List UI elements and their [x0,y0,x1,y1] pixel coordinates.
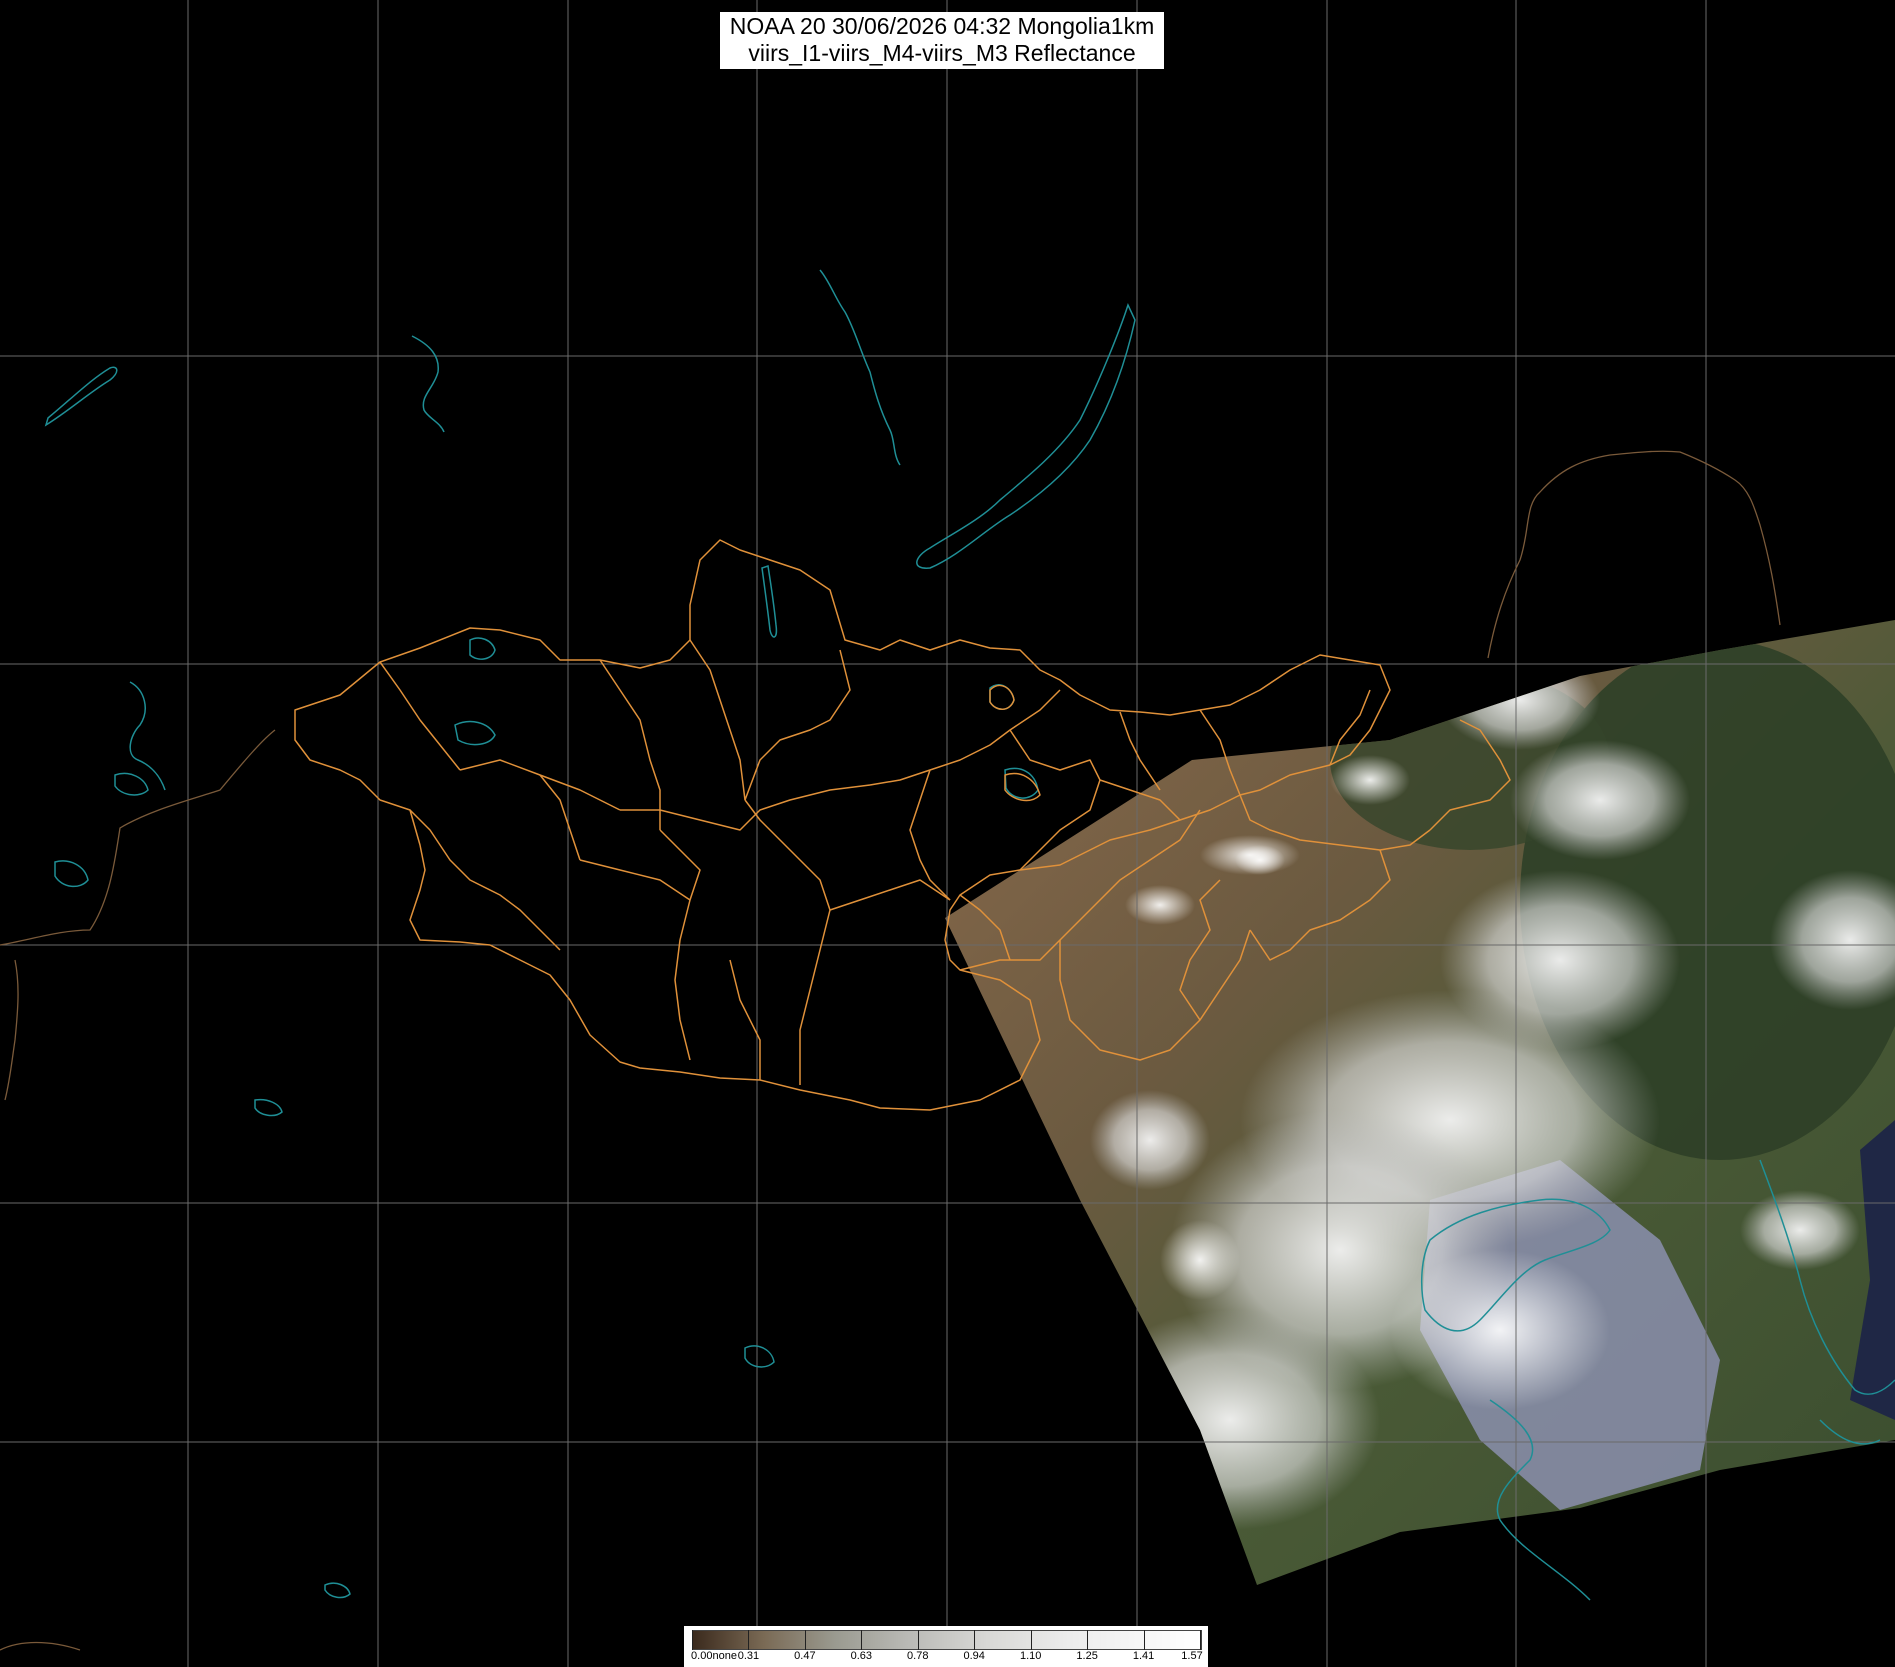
colorbar-tick-label: 0.47 [794,1650,816,1662]
border-south [0,1641,81,1651]
cloud [1080,1310,1380,1530]
title-line-1: NOAA 20 30/06/2026 04:32 Mongolia1km [729,13,1155,39]
cloud [1440,870,1680,1050]
colorbar-tick-label: 1.57 [1181,1650,1203,1662]
colorbar-tick [1030,1630,1032,1650]
lake-west [44,366,118,427]
map-title: NOAA 20 30/06/2026 04:32 Mongolia1km vii… [720,12,1164,69]
cloud [1330,755,1410,805]
colorbar-tick-label: 0.00none [691,1650,737,1662]
colorbar-tick [1143,1630,1145,1650]
colorbar-tick [917,1630,919,1650]
river-ob [129,681,166,791]
province-line [579,859,691,901]
colorbar-gradient [692,1630,1202,1650]
lake-uvs [469,637,496,660]
border-kazakh [4,959,19,1101]
cloud [1740,1190,1860,1270]
province-line [869,689,1061,786]
colorbar-tick-label: 0.31 [737,1650,760,1662]
cloud [1390,1250,1610,1410]
colorbar-tick-label: 1.41 [1132,1650,1155,1662]
cloud [1160,1220,1240,1300]
lake-south [744,1345,775,1368]
river-angara [411,335,445,433]
province-line [744,799,831,1085]
province-line [829,879,951,911]
lake-west-small [114,772,149,796]
colorbar-tick [1087,1630,1089,1650]
colorbar-tick [974,1630,976,1650]
lake-south-2 [324,1582,351,1599]
province-line [1119,711,1161,791]
lake-khovsgol [761,565,778,638]
colorbar-tick [1200,1630,1201,1650]
river-yenisei [819,269,901,466]
colorbar-tick-label: 0.94 [963,1650,985,1662]
colorbar-tick [748,1630,750,1650]
lake-southwest [54,860,89,888]
border-russia-china [1487,450,1781,659]
province-line [989,684,1015,710]
colorbar-tick-label: 1.10 [1019,1650,1042,1662]
cloud [1510,740,1690,860]
province-line [744,649,851,801]
province-line [729,959,761,1080]
cloud [1440,650,1600,750]
title-line-2: viirs_I1-viirs_M4-viirs_M3 Reflectance [748,40,1136,66]
map-canvas [0,0,1895,1667]
colorbar-tick [804,1630,806,1650]
province-line [1004,772,1041,802]
province-line [379,661,461,771]
province-line [909,769,951,901]
lake-southwest-2 [254,1098,283,1117]
lake-baikal [916,302,1136,569]
border-west [0,729,276,946]
province-line [620,784,871,831]
colorbar-legend: 0.00none 0.31 0.47 0.63 0.78 0.94 1.10 1.25 1.41… [684,1626,1208,1667]
colorbar-tick [861,1630,863,1650]
lake-khyargas [454,720,496,746]
cloud [1235,845,1285,875]
cloud [1125,885,1195,925]
province-line [459,759,621,811]
colorbar-tick-label: 1.25 [1076,1650,1098,1662]
satellite-swath [945,620,1895,1585]
colorbar-tick [692,1630,693,1650]
cloud [1090,1090,1210,1190]
colorbar-tick-label: 0.63 [850,1650,873,1662]
province-line [409,809,561,951]
colorbar-tick-label: 0.78 [907,1650,929,1662]
